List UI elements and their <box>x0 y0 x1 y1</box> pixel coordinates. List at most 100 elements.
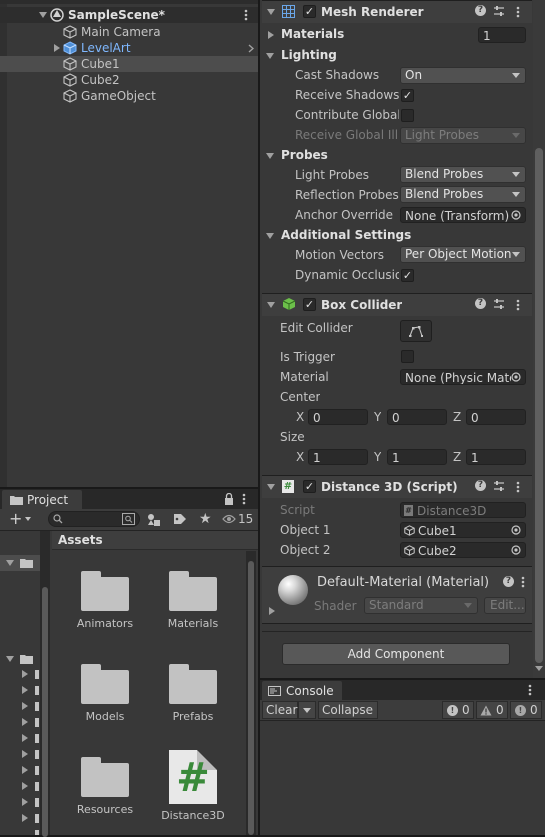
help-icon[interactable]: ? <box>475 5 486 16</box>
center-y-label[interactable]: Y <box>374 410 381 424</box>
size-x-label[interactable]: X <box>296 450 304 464</box>
size-x-field[interactable]: 1 <box>308 449 368 465</box>
size-z-field[interactable]: 1 <box>466 449 526 465</box>
tree-child-arrow[interactable] <box>22 718 28 726</box>
tree-child-arrow[interactable] <box>22 814 28 822</box>
tab-console[interactable]: Console <box>262 681 342 701</box>
receive-shadows-checkbox[interactable]: ✓ <box>401 89 414 102</box>
box-collider-enabled-checkbox[interactable]: ✓ <box>303 298 316 311</box>
distance3d-enabled-checkbox[interactable]: ✓ <box>303 480 316 493</box>
create-dropdown-arrow[interactable] <box>25 517 31 521</box>
scroll-down-arrow[interactable] <box>535 666 543 671</box>
add-component-button[interactable]: Add Component <box>282 643 510 665</box>
console-menu-kebab[interactable] <box>528 684 532 696</box>
object2-field[interactable]: Cube2 <box>400 542 526 558</box>
collapse-arrow-icon[interactable] <box>267 484 275 490</box>
hierarchy-item-cube2[interactable]: Cube2 <box>0 72 258 88</box>
tree-child-arrow[interactable] <box>22 702 28 710</box>
asset-item-models[interactable]: Models <box>61 654 149 734</box>
project-menu-kebab[interactable] <box>242 493 246 505</box>
preset-sliders-icon[interactable] <box>493 480 505 492</box>
light-probes-dropdown[interactable]: Blend Probes <box>400 166 526 183</box>
anchor-override-field[interactable]: None (Transform) <box>400 207 526 223</box>
star-icon[interactable]: ★ <box>199 512 212 526</box>
mesh-renderer-enabled-checkbox[interactable]: ✓ <box>303 5 316 18</box>
distance3d-header[interactable]: # ✓ Distance 3D (Script) ? <box>262 475 532 498</box>
center-z-label[interactable]: Z <box>453 410 461 424</box>
expand-arrow-icon[interactable] <box>6 656 14 662</box>
object-picker-icon[interactable] <box>511 545 521 555</box>
expand-arrow-icon[interactable] <box>6 560 14 566</box>
additional-settings-label[interactable]: Additional Settings <box>281 228 411 242</box>
project-search-input[interactable] <box>48 511 140 527</box>
material-menu-kebab[interactable] <box>521 576 525 588</box>
eye-icon[interactable] <box>222 514 236 524</box>
object-picker-icon[interactable] <box>511 525 521 535</box>
asset-item-resources[interactable]: Resources <box>61 747 149 827</box>
tree-row-favorites[interactable] <box>0 555 40 571</box>
filter-by-type-icon[interactable] <box>147 513 161 526</box>
preset-sliders-icon[interactable] <box>493 298 505 310</box>
contribute-gi-checkbox[interactable] <box>401 109 414 122</box>
asset-item-animators[interactable]: Animators <box>61 561 149 641</box>
lighting-collapse-arrow[interactable] <box>266 53 274 59</box>
asset-item-materials[interactable]: Materials <box>149 561 237 641</box>
materials-count-field[interactable]: 1 <box>478 27 526 43</box>
help-icon[interactable]: ? <box>503 576 514 587</box>
clear-button[interactable]: Clear <box>262 701 298 719</box>
object-picker-icon[interactable] <box>511 210 521 220</box>
size-z-label[interactable]: Z <box>453 450 461 464</box>
hierarchy-item-gameobject[interactable]: GameObject <box>0 88 258 104</box>
tree-child-arrow[interactable] <box>22 750 28 758</box>
hierarchy-item-cube1[interactable]: Cube1 <box>0 56 258 72</box>
error-filter-toggle[interactable]: ! 0 <box>510 701 542 719</box>
size-y-field[interactable]: 1 <box>387 449 447 465</box>
tree-child-arrow[interactable] <box>22 798 28 806</box>
collapse-arrow-icon[interactable] <box>267 302 275 308</box>
assets-scrollbar-thumb[interactable] <box>248 561 254 835</box>
center-y-field[interactable]: 0 <box>387 409 447 425</box>
hierarchy-item-main-camera[interactable]: Main Camera <box>0 24 258 40</box>
additional-settings-collapse-arrow[interactable] <box>266 233 274 239</box>
breadcrumb-assets[interactable]: Assets <box>58 533 103 547</box>
help-icon[interactable]: ? <box>475 480 486 491</box>
collapse-arrow-icon[interactable] <box>267 9 275 15</box>
search-by-type-icon[interactable] <box>122 513 135 525</box>
clear-options-dropdown[interactable] <box>298 701 316 719</box>
scene-expand-arrow[interactable] <box>39 12 47 18</box>
lighting-label[interactable]: Lighting <box>281 48 337 62</box>
collider-material-field[interactable]: None (Physic Mate <box>400 369 526 385</box>
probes-collapse-arrow[interactable] <box>266 153 274 159</box>
component-menu-kebab[interactable] <box>516 481 520 493</box>
tree-child-arrow[interactable] <box>22 734 28 742</box>
edit-collider-button[interactable] <box>400 320 432 342</box>
expand-arrow-icon[interactable] <box>54 44 60 52</box>
help-icon[interactable]: ? <box>475 298 486 309</box>
tree-child-arrow[interactable] <box>22 782 28 790</box>
warning-filter-toggle[interactable]: 0 <box>476 701 508 719</box>
center-z-field[interactable]: 0 <box>466 409 526 425</box>
component-menu-kebab[interactable] <box>516 6 520 18</box>
material-preview-sphere[interactable] <box>278 575 308 605</box>
dynamic-occlusion-checkbox[interactable]: ✓ <box>401 269 414 282</box>
scene-row[interactable]: SampleScene* <box>0 7 258 23</box>
preset-sliders-icon[interactable] <box>493 5 505 17</box>
box-collider-header[interactable]: ✓ Box Collider ? <box>262 293 532 316</box>
hierarchy-item-levelart[interactable]: LevelArt <box>0 40 258 56</box>
cast-shadows-dropdown[interactable]: On <box>400 67 526 84</box>
lock-icon[interactable] <box>224 493 234 505</box>
tab-project[interactable]: Project <box>2 490 82 510</box>
component-menu-kebab[interactable] <box>516 299 520 311</box>
filter-by-label-icon[interactable] <box>173 513 187 525</box>
materials-expand-arrow[interactable] <box>268 31 274 39</box>
center-x-label[interactable]: X <box>296 410 304 424</box>
probes-label[interactable]: Probes <box>281 148 328 162</box>
is-trigger-checkbox[interactable] <box>401 350 414 363</box>
asset-item-prefabs[interactable]: Prefabs <box>149 654 237 734</box>
reflection-probes-dropdown[interactable]: Blend Probes <box>400 186 526 203</box>
tree-child-arrow[interactable] <box>22 766 28 774</box>
object1-field[interactable]: Cube1 <box>400 522 526 538</box>
inspector-scrollbar[interactable] <box>533 0 545 678</box>
collapse-toggle[interactable]: Collapse <box>318 701 378 719</box>
chevron-right-icon[interactable] <box>248 44 254 53</box>
